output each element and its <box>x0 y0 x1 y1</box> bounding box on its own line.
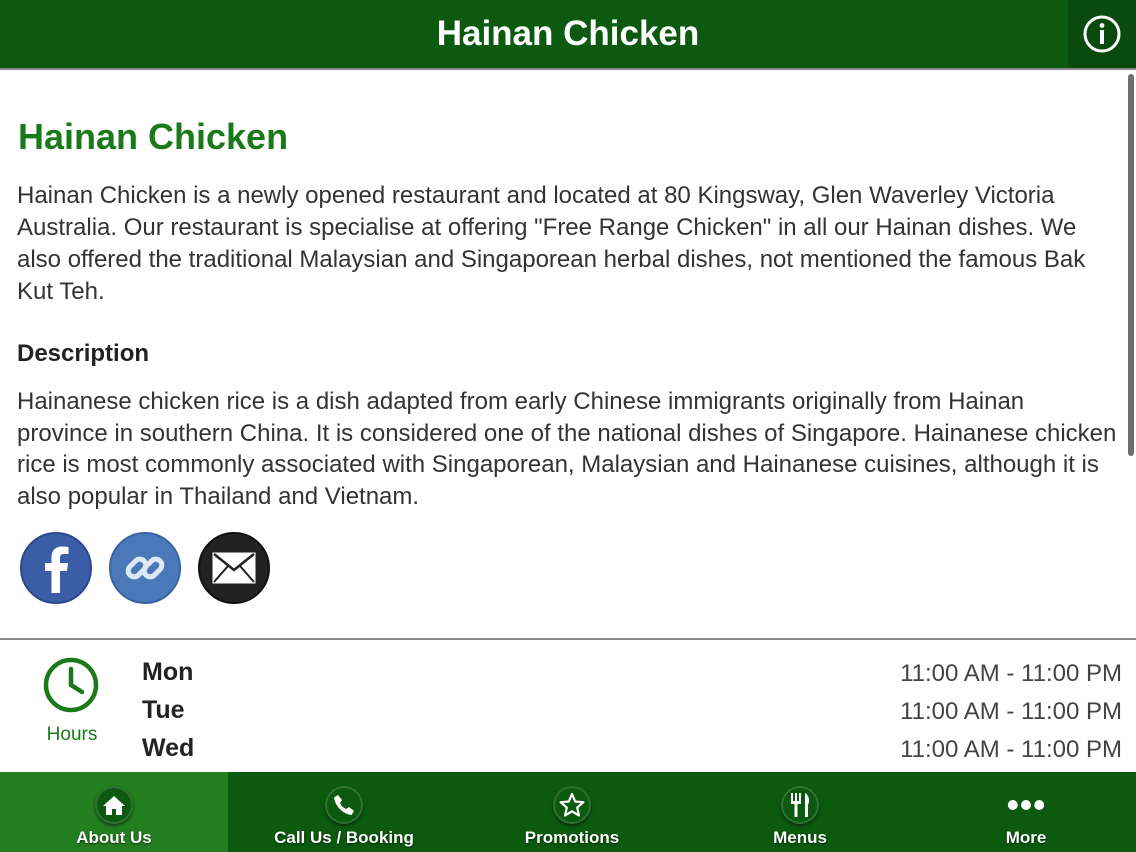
info-icon <box>1083 15 1121 53</box>
hours-day: Mon <box>142 658 194 686</box>
star-icon <box>553 786 591 824</box>
tab-label: Call Us / Booking <box>274 828 414 847</box>
intro-text: Hainan Chicken is a newly opened restaur… <box>17 182 1086 305</box>
hours-label: Hours <box>46 724 98 745</box>
tab-call-us-booking[interactable]: Call Us / Booking <box>230 772 458 852</box>
phone-icon <box>325 786 363 824</box>
email-icon <box>212 552 256 584</box>
tab-promotions[interactable]: Promotions <box>458 772 686 852</box>
bottom-tab-bar: About Us Call Us / Booking Promotions Me… <box>0 772 1136 852</box>
clock-icon <box>43 657 99 713</box>
top-bar: Hainan Chicken <box>0 0 1136 70</box>
tab-label: More <box>1005 828 1047 847</box>
tab-more[interactable]: More <box>912 772 1136 852</box>
facebook-icon <box>45 546 69 593</box>
tab-label: About Us <box>76 828 152 847</box>
hours-time: 11:00 AM - 11:00 PM <box>900 698 1122 725</box>
info-button[interactable] <box>1068 0 1136 68</box>
home-icon <box>95 786 133 824</box>
app-title: Hainan Chicken <box>436 14 700 53</box>
page-heading: Hainan Chicken <box>18 116 289 157</box>
description-text: Hainanese chicken rice is a dish adapted… <box>17 388 1117 510</box>
hours-time: 11:00 AM - 11:00 PM <box>900 660 1122 687</box>
more-dots-icon <box>1007 786 1045 824</box>
tab-label: Promotions <box>524 828 620 847</box>
link-icon <box>125 556 165 580</box>
fork-knife-icon <box>781 786 819 824</box>
website-link-button[interactable] <box>109 532 181 604</box>
tab-label: Menus <box>773 828 827 847</box>
scrollbar[interactable] <box>1128 74 1134 456</box>
tab-menus[interactable]: Menus <box>686 772 914 852</box>
hours-time: 11:00 AM - 11:00 PM <box>900 736 1122 763</box>
tab-about-us[interactable]: About Us <box>0 772 228 852</box>
main-content[interactable]: Hainan Chicken Hainan Chicken is a newly… <box>0 70 1136 640</box>
hours-panel[interactable]: Hours Mon 11:00 AM - 11:00 PM Tue 11:00 … <box>0 638 1136 772</box>
description-title: Description <box>17 340 150 367</box>
hours-day: Wed <box>142 734 195 762</box>
facebook-button[interactable] <box>20 532 92 604</box>
hours-day: Tue <box>142 696 185 724</box>
email-button[interactable] <box>198 532 270 604</box>
